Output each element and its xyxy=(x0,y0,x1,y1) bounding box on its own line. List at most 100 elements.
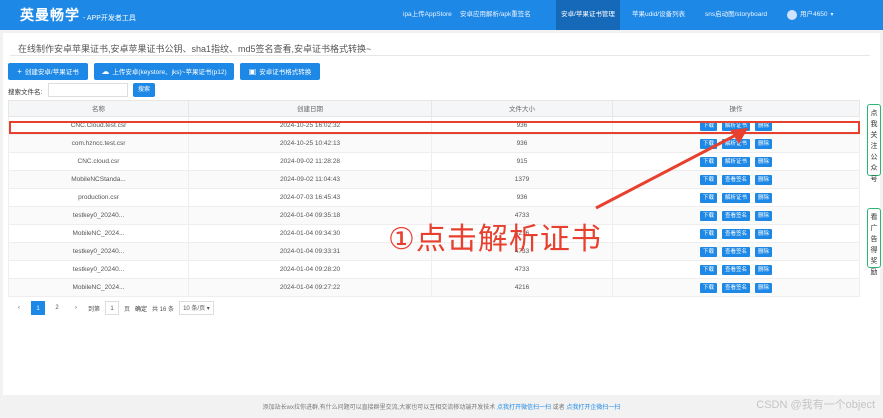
cell-size: 4216 xyxy=(432,279,613,296)
download-button[interactable]: 下载 xyxy=(699,264,717,275)
search-input[interactable] xyxy=(48,83,128,97)
cell-actions: 下载 查看签名 删除 xyxy=(613,261,859,278)
page-2-button[interactable]: 2 xyxy=(50,301,64,315)
delete-button[interactable]: 删除 xyxy=(755,192,773,203)
page-title: 在线制作安卓苹果证书,安卓苹果证书公钥、sha1指纹、md5签名查看,安卓证书格… xyxy=(18,44,372,54)
pagination: ‹ 1 2 › 到第 1 页 确定 共 16 条 10 条/页 ▾ xyxy=(12,301,214,315)
cell-date: 2024-09-02 11:28:28 xyxy=(189,153,432,170)
parse-cert-button[interactable]: 查看签名 xyxy=(721,228,750,239)
cell-name: testkey0_20240... xyxy=(9,207,189,224)
divider xyxy=(10,55,870,56)
cell-name: com.hzncc.test.csr xyxy=(9,135,189,152)
image-icon: ▣ xyxy=(248,67,257,76)
search-button[interactable]: 搜索 xyxy=(133,83,155,97)
convert-cert-label: 安卓证书格式转换 xyxy=(259,69,312,76)
parse-cert-button[interactable]: 查看签名 xyxy=(721,282,750,293)
cell-size: 915 xyxy=(432,153,613,170)
parse-cert-button[interactable]: 查看签名 xyxy=(721,264,750,275)
brand-name: 英曼畅学 xyxy=(20,7,80,23)
chevron-down-icon: ▾ xyxy=(206,306,210,312)
col-size-header[interactable]: 文件大小 xyxy=(432,101,613,116)
delete-button[interactable]: 删除 xyxy=(755,264,773,275)
delete-button[interactable]: 删除 xyxy=(755,174,773,185)
table-header: 名称 创建日期 文件大小 操作 xyxy=(8,100,860,117)
cell-name: MobileNC_2024... xyxy=(9,225,189,242)
create-cert-label: 创建安卓/苹果证书 xyxy=(24,69,79,76)
chevron-down-icon: ▾ xyxy=(830,12,834,18)
nav-ipa-upload[interactable]: ipa上传AppStore xyxy=(403,0,452,30)
footer-wecom-link[interactable]: 点我打开企微扫一扫 xyxy=(566,405,620,411)
page-size-value: 10 条/页 xyxy=(183,306,206,312)
delete-button[interactable]: 删除 xyxy=(755,210,773,221)
user-menu[interactable]: 用户4650 ▾ xyxy=(787,0,833,30)
create-cert-button[interactable]: + 创建安卓/苹果证书 xyxy=(8,63,88,80)
convert-cert-button[interactable]: ▣ 安卓证书格式转换 xyxy=(240,63,320,80)
col-name-header[interactable]: 名称 xyxy=(9,101,189,116)
cell-size: 936 xyxy=(432,189,613,206)
nav-udid-devices[interactable]: 苹果udid/设备列表 xyxy=(632,0,685,30)
next-page-button[interactable]: › xyxy=(69,301,83,315)
upload-cert-button[interactable]: ☁ 上传安卓(keystore、jks)~苹果证书(p12) xyxy=(94,63,234,80)
goto-confirm-button[interactable]: 确定 xyxy=(135,304,147,313)
footer-or: 或者 xyxy=(552,405,565,411)
cell-size: 1379 xyxy=(432,171,613,188)
table-row: MobileNC_2024... 2024-01-04 09:27:22 4216 下… xyxy=(8,279,860,297)
download-button[interactable]: 下载 xyxy=(699,282,717,293)
cloud-upload-icon: ☁ xyxy=(101,67,110,76)
cell-name: CNC.Cloud.test.csr xyxy=(9,117,189,134)
total-count: 共 16 条 xyxy=(152,306,175,313)
avatar xyxy=(787,10,797,20)
cell-actions: 下载 查看签名 删除 xyxy=(613,243,859,260)
delete-button[interactable]: 删除 xyxy=(755,282,773,293)
delete-button[interactable]: 删除 xyxy=(755,138,773,149)
side-tab-follow-wechat[interactable]: 点我关注公众号 xyxy=(867,104,881,183)
cell-date: 2024-01-04 09:28:20 xyxy=(189,261,432,278)
cell-size: 936 xyxy=(432,117,613,134)
goto-page-input[interactable]: 1 xyxy=(105,301,120,315)
parse-cert-button[interactable]: 查看签名 xyxy=(721,246,750,257)
cell-size: 4733 xyxy=(432,261,613,278)
cell-date: 2024-07-03 16:45:43 xyxy=(189,189,432,206)
annotation-text: ①点击解析证书 xyxy=(388,222,602,257)
col-actions-header: 操作 xyxy=(729,106,743,113)
cell-date: 2024-10-25 16:02:32 xyxy=(189,117,432,134)
table-row: testkey0_20240... 2024-01-04 09:28:20 4733… xyxy=(8,261,860,279)
cell-name: production.csr xyxy=(9,189,189,206)
cell-actions: 下载 查看签名 删除 xyxy=(613,279,859,296)
brand[interactable]: 英曼畅学 - APP开发者工具 xyxy=(20,5,136,25)
plus-icon: + xyxy=(17,67,22,76)
top-navbar: 英曼畅学 - APP开发者工具 ipa上传AppStore 安卓应用解析/apk… xyxy=(0,0,883,30)
delete-button[interactable]: 删除 xyxy=(755,246,773,257)
page-size-select[interactable]: 10 条/页 ▾ xyxy=(179,301,214,315)
side-tab-ad-reward[interactable]: 看广告得奖励 xyxy=(867,208,881,276)
username: 用户4650 xyxy=(800,11,828,18)
upload-cert-label: 上传安卓(keystore、jks)~苹果证书(p12) xyxy=(112,69,227,76)
prev-page-button[interactable]: ‹ xyxy=(12,301,26,315)
cell-name: CNC.cloud.csr xyxy=(9,153,189,170)
page-1-button[interactable]: 1 xyxy=(31,301,45,315)
footer-wechat-link[interactable]: 点我打开微信扫一扫 xyxy=(497,405,551,411)
col-date-header[interactable]: 创建日期 xyxy=(189,101,432,116)
footer-text: 添加站长wx拉你进群,有什么问题可以直接群里交流,大家也可以互相交流移动端开发技… xyxy=(262,405,496,411)
cell-size: 936 xyxy=(432,135,613,152)
cell-name: MobileNC_2024... xyxy=(9,279,189,296)
nav-apk-resign[interactable]: 安卓应用解析/apk重签名 xyxy=(460,0,531,30)
search-label: 搜索文件名: xyxy=(8,89,43,96)
nav-storyboard[interactable]: sns启动图/storyboard xyxy=(705,0,767,30)
cell-name: testkey0_20240... xyxy=(9,261,189,278)
footer: 添加站长wx拉你进群,有什么问题可以直接群里交流,大家也可以互相交流移动端开发技… xyxy=(0,402,883,411)
annotation-arrow xyxy=(595,128,748,210)
download-button[interactable]: 下载 xyxy=(699,246,717,257)
delete-button[interactable]: 删除 xyxy=(755,156,773,167)
cell-actions: 下载 查看签名 删除 xyxy=(613,225,859,242)
download-button[interactable]: 下载 xyxy=(699,228,717,239)
goto-label: 到第 xyxy=(88,306,101,313)
brand-subtitle: - APP开发者工具 xyxy=(83,15,136,22)
page-unit-label: 页 xyxy=(124,306,131,313)
delete-button[interactable]: 删除 xyxy=(755,120,773,131)
watermark: CSDN @我有一个object xyxy=(756,399,875,411)
cell-name: testkey0_20240... xyxy=(9,243,189,260)
nav-cert-management[interactable]: 安卓/苹果证书管理 xyxy=(556,0,620,30)
cell-date: 2024-01-04 09:27:22 xyxy=(189,279,432,296)
delete-button[interactable]: 删除 xyxy=(755,228,773,239)
